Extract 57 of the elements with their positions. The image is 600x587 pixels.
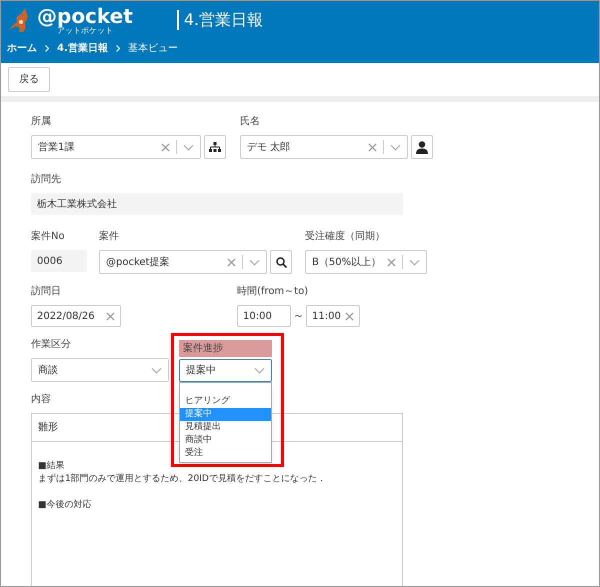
- clear-icon[interactable]: [161, 142, 170, 152]
- field-label: 訪問日: [31, 284, 61, 299]
- work-type-select[interactable]: 商談: [31, 358, 169, 382]
- chevron-down-icon[interactable]: [409, 258, 420, 266]
- name-select[interactable]: デモ 太郎: [240, 135, 408, 159]
- time-to-field[interactable]: 11:00: [306, 305, 360, 327]
- person-icon: [416, 140, 428, 154]
- visit-date-field[interactable]: 2022/08/26: [31, 305, 121, 327]
- chevron-right-icon: [45, 45, 49, 52]
- org-chart-icon: [209, 142, 221, 152]
- dropdown-option[interactable]: 商談中: [180, 434, 271, 447]
- dropdown-option[interactable]: ヒアリング: [180, 395, 271, 408]
- clear-icon[interactable]: [106, 312, 115, 320]
- dropdown-option[interactable]: 見積提出: [180, 421, 271, 434]
- chevron-down-icon[interactable]: [249, 258, 260, 266]
- range-separator: ～: [293, 308, 304, 324]
- dropdown-option[interactable]: 受注: [180, 447, 271, 460]
- field-label: 所属: [31, 114, 51, 129]
- visit-to-field: 栃木工業株式会社: [31, 193, 403, 215]
- field-label: 案件: [99, 230, 119, 244]
- field-label: 時間(from～to): [237, 284, 308, 299]
- back-button[interactable]: 戻る: [8, 67, 50, 92]
- section-heading: ■結果: [38, 460, 65, 473]
- field-label: 作業区分: [31, 338, 71, 352]
- clear-icon[interactable]: [345, 312, 354, 320]
- chevron-down-icon[interactable]: [254, 367, 265, 374]
- search-icon: [276, 256, 286, 268]
- breadcrumb-link[interactable]: 4.営業日報: [57, 41, 108, 56]
- section-heading: ■今後の対応: [38, 499, 92, 512]
- chevron-right-icon: [116, 45, 120, 52]
- time-from-field[interactable]: 10:00: [237, 305, 291, 327]
- clear-icon[interactable]: [368, 142, 377, 152]
- field-label: 受注確度（同期）: [305, 230, 385, 244]
- breadcrumb-link[interactable]: ホーム: [7, 41, 37, 56]
- project-select[interactable]: @pocket提案: [99, 250, 267, 274]
- affiliation-select[interactable]: 営業1課: [31, 135, 201, 159]
- content-line: まずは1部門のみで運用とするため、20IDで見積をだすことになった．: [38, 473, 326, 486]
- project-no-field: 0006: [31, 250, 87, 272]
- field-label: 案件No: [31, 230, 65, 244]
- search-button[interactable]: [270, 250, 292, 274]
- field-label: 内容: [31, 392, 51, 407]
- template-label[interactable]: 雛形: [38, 420, 58, 435]
- field-label: 氏名: [240, 114, 260, 129]
- order-probability-select[interactable]: B（50%以上）: [305, 250, 427, 274]
- clear-icon[interactable]: [227, 258, 236, 266]
- field-label: 訪問先: [31, 172, 61, 187]
- org-chart-button[interactable]: [204, 135, 226, 159]
- logo-text: @pocket: [37, 6, 133, 26]
- breadcrumb-link[interactable]: 基本ビュー: [128, 41, 178, 56]
- page-title: 4.営業日報: [184, 9, 264, 31]
- chevron-down-icon[interactable]: [183, 144, 194, 150]
- chevron-down-icon[interactable]: [390, 144, 401, 150]
- clear-icon[interactable]: [387, 258, 396, 266]
- chevron-down-icon[interactable]: [151, 366, 162, 374]
- person-button[interactable]: [411, 135, 433, 159]
- field-label: 案件進捗: [179, 340, 272, 357]
- progress-select[interactable]: 提案中: [179, 359, 272, 382]
